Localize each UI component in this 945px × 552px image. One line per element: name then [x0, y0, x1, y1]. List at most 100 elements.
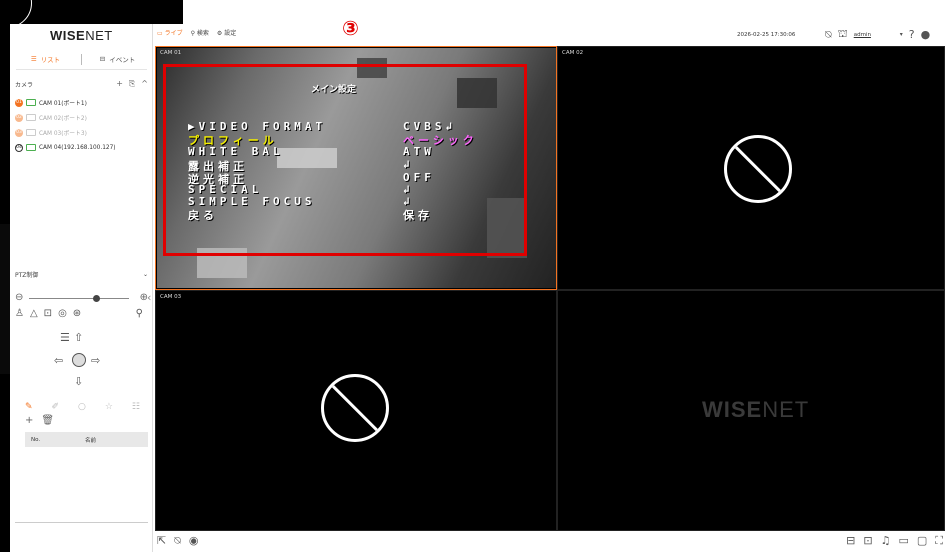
- preset-star-icon[interactable]: ☆: [105, 402, 113, 412]
- area-icon[interactable]: △: [30, 308, 38, 319]
- monitor-icon: ▭: [157, 30, 165, 37]
- ptz-section-header[interactable]: PTZ制御 ⌄: [15, 270, 148, 279]
- camera-list: 01 CAM 01(ポート1) 02 CAM 02(ポート2) 03 CAM 0…: [15, 95, 150, 155]
- alarm-off-icon[interactable]: ⍉: [825, 28, 832, 42]
- watermark-suffix: NET: [762, 397, 810, 422]
- camera-label: CAM 03(ポート3): [39, 131, 87, 137]
- nav-search[interactable]: ⚲ 検索: [191, 28, 209, 37]
- audio-icon[interactable]: ♫: [881, 534, 891, 548]
- nav-live[interactable]: ▭ ライブ: [157, 28, 183, 37]
- chevron-up-icon[interactable]: ^: [141, 79, 148, 89]
- camera-icon: [26, 129, 36, 136]
- aperture-icon[interactable]: ⊛: [73, 308, 81, 319]
- overlay-frame-top: [0, 0, 183, 28]
- camera-header-label: カメラ: [15, 81, 34, 89]
- tile-label: CAM 03: [160, 294, 182, 300]
- ptz-dpad: ☰ ⇧ ⇦ ⇨ ⇩: [54, 331, 104, 395]
- camera-section-header: カメラ + ⎘ ^: [15, 79, 148, 89]
- watermark-main: WISE: [702, 397, 763, 422]
- camera-label: CAM 04(192.168.100.127): [39, 144, 116, 151]
- bottom-right-tools: ⊟ ⊡ ♫ ▭ ▢ ⛶: [846, 534, 943, 548]
- nav-settings[interactable]: ⚙ 設定: [217, 28, 236, 37]
- preset-circle-icon[interactable]: ○: [78, 402, 86, 412]
- chevron-down-icon[interactable]: ⌄: [143, 271, 148, 278]
- fullscreen-icon[interactable]: ⛶: [935, 534, 943, 548]
- no-signal-icon: [321, 374, 389, 442]
- layout-icon[interactable]: ▢: [917, 534, 927, 548]
- add-preset-icon[interactable]: +: [25, 415, 33, 426]
- camera-item-01[interactable]: 01 CAM 01(ポート1): [15, 95, 150, 110]
- wisenet-watermark: WISENET: [702, 397, 809, 423]
- datetime-display: 2026-02-25 17:30:06: [737, 32, 796, 38]
- camera-group-icon[interactable]: ⎘: [129, 79, 135, 89]
- camera-settings-icon[interactable]: ⊡: [863, 534, 872, 548]
- tab-list[interactable]: ☰ リスト: [10, 54, 81, 64]
- video-tile-empty[interactable]: WISENET: [557, 290, 945, 531]
- focus-icon[interactable]: ⊡: [44, 308, 52, 319]
- help-icon[interactable]: ?: [909, 28, 915, 41]
- zoom-slider[interactable]: ⊖ ⊕: [15, 292, 148, 304]
- logo-suffix: NET: [85, 28, 113, 43]
- video-tile-cam03[interactable]: CAM 03: [155, 290, 557, 531]
- arrow-right-icon[interactable]: ⇨: [91, 354, 100, 367]
- sidebar-divider: [15, 522, 148, 523]
- arrow-up-icon[interactable]: ⇧: [74, 331, 83, 344]
- camera-badge: 01: [15, 98, 23, 107]
- arrow-left-icon[interactable]: ⇦: [54, 354, 63, 367]
- tab-event[interactable]: ⊟ イベント: [82, 54, 153, 64]
- nav-search-label: 検索: [196, 30, 209, 37]
- iris-icon[interactable]: ◎: [58, 308, 67, 319]
- sidebar-tabs: ☰ リスト ⊟ イベント: [10, 51, 153, 67]
- export-icon[interactable]: ⇱: [157, 534, 166, 548]
- info-panel-icon[interactable]: ⊟: [846, 534, 855, 548]
- camera-feed: メイン設定 ▶VIDEO FORMAT CVBS↲ プロフィール ベーシック W…: [157, 48, 556, 288]
- ptz-toolbar: ♙ △ ⊡ ◎ ⊛ ⚲: [15, 308, 143, 319]
- camera-icon: [26, 144, 36, 151]
- preset-list-icon[interactable]: ☷: [132, 402, 140, 412]
- delete-preset-icon[interactable]: 🗑: [41, 415, 54, 426]
- highlight-box: [163, 64, 527, 256]
- bottom-toolbar: ⇱ ⍉ ◉ ⊟ ⊡ ♫ ▭ ▢ ⛶: [155, 531, 945, 552]
- camera-item-02[interactable]: 02 CAM 02(ポート2): [15, 110, 150, 125]
- menu-lines-icon[interactable]: ☰: [60, 331, 70, 344]
- zoom-handle[interactable]: [93, 295, 100, 302]
- camera-item-03[interactable]: 03 CAM 03(ポート3): [15, 125, 150, 140]
- step-marker: ③: [342, 16, 359, 40]
- top-bar: ▭ ライブ ⚲ 検索 ⚙ 設定 ③ 2026-02-25 17:30:06 ⍉ …: [155, 16, 945, 46]
- camera-item-04[interactable]: 04 CAM 04(192.168.100.127): [15, 140, 150, 155]
- dropdown-arrow-icon[interactable]: ▾: [900, 31, 903, 38]
- tab-list-label: リスト: [40, 56, 61, 64]
- arrow-down-icon[interactable]: ⇩: [74, 375, 83, 388]
- zoom-track[interactable]: [29, 298, 129, 299]
- zoom-out-icon[interactable]: ⊖: [15, 292, 23, 303]
- alarm-clear-icon[interactable]: ⍉: [174, 534, 181, 548]
- bottom-left-tools: ⇱ ⍉ ◉: [157, 534, 198, 548]
- ptz-center-button[interactable]: [72, 353, 86, 367]
- layout-all-icon[interactable]: ▭: [898, 534, 908, 548]
- no-signal-icon: [724, 135, 792, 203]
- camera-badge: 03: [15, 128, 23, 137]
- brand-logo: WISENET: [50, 28, 113, 43]
- sidebar-collapse-icon[interactable]: ‹: [147, 291, 151, 304]
- camera-icon: [26, 114, 36, 121]
- lock-icon[interactable]: ⛫: [838, 27, 848, 42]
- add-camera-icon[interactable]: +: [116, 79, 123, 89]
- video-tile-cam02[interactable]: CAM 02: [557, 46, 945, 290]
- app-window: WISENET ☰ リスト ⊟ イベント カメラ + ⎘ ^ 01 CAM 01(ポ…: [0, 0, 945, 552]
- camera-icon: [26, 99, 36, 106]
- person-icon[interactable]: ♙: [15, 308, 24, 319]
- preset-pen-icon[interactable]: ✐: [52, 402, 60, 412]
- record-icon[interactable]: ◉: [189, 534, 199, 548]
- tile-label: CAM 02: [562, 50, 584, 56]
- wrench-icon[interactable]: ⚲: [136, 308, 143, 319]
- video-tile-cam01[interactable]: メイン設定 ▶VIDEO FORMAT CVBS↲ プロフィール ベーシック W…: [155, 46, 557, 290]
- video-grid: メイン設定 ▶VIDEO FORMAT CVBS↲ プロフィール ベーシック W…: [155, 46, 945, 531]
- preset-pin-icon[interactable]: ✎: [25, 402, 33, 412]
- nav-settings-label: 設定: [224, 30, 237, 37]
- user-dropdown[interactable]: admin: [854, 32, 894, 38]
- nav-live-label: ライブ: [164, 30, 183, 37]
- preset-table-header: No. 名前: [25, 432, 148, 447]
- camera-label: CAM 01(ポート1): [39, 101, 87, 107]
- camera-badge: 02: [15, 113, 23, 122]
- preset-col-no: No.: [31, 436, 41, 443]
